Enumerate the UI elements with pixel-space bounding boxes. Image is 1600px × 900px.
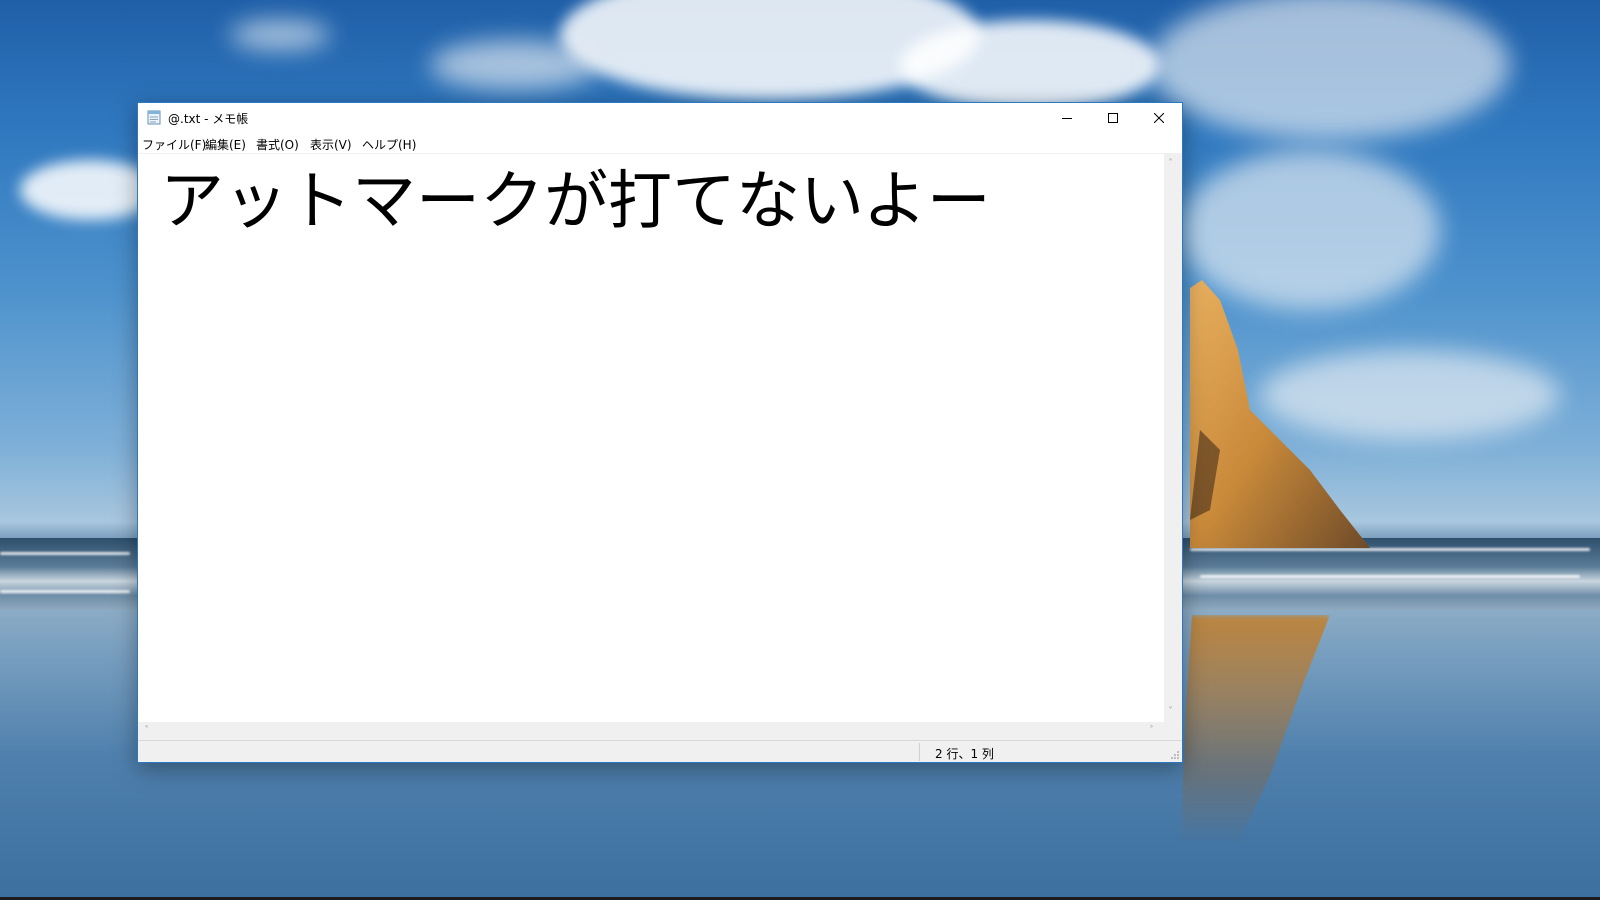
- status-separator: [919, 743, 920, 761]
- title-bar[interactable]: @.txt - メモ帳: [138, 103, 1182, 133]
- close-button[interactable]: [1136, 103, 1182, 133]
- cloud: [430, 40, 600, 90]
- scroll-left-icon[interactable]: ˂: [144, 726, 149, 736]
- menu-view[interactable]: 表示(V): [310, 136, 352, 153]
- rock-reflection: [1180, 615, 1330, 845]
- scroll-down-icon[interactable]: ˅: [1168, 707, 1173, 717]
- menu-bar: ファイル(F) 編集(E) 書式(O) 表示(V) ヘルプ(H): [138, 133, 1182, 153]
- maximize-button[interactable]: [1090, 103, 1136, 133]
- scroll-up-icon[interactable]: ˄: [1168, 159, 1173, 169]
- wave: [1200, 575, 1580, 578]
- cloud: [230, 20, 330, 50]
- minimize-button[interactable]: [1044, 103, 1090, 133]
- sea-stack-rock: [1190, 280, 1370, 548]
- window-title: @.txt - メモ帳: [168, 112, 249, 126]
- menu-help[interactable]: ヘルプ(H): [362, 136, 416, 153]
- wave: [0, 552, 130, 555]
- menu-edit[interactable]: 編集(E): [205, 136, 246, 153]
- maximize-icon: [1108, 113, 1118, 123]
- notepad-icon[interactable]: [147, 110, 161, 125]
- text-editor-area[interactable]: アットマークが打てないよー: [138, 153, 1164, 722]
- resize-grip-icon[interactable]: [1170, 750, 1180, 760]
- scrollbar-corner: [1164, 722, 1182, 740]
- editor-text[interactable]: アットマークが打てないよー: [160, 161, 991, 243]
- close-icon: [1154, 113, 1164, 123]
- status-bar: 2 行、1 列: [138, 740, 1182, 762]
- scroll-right-icon[interactable]: ˃: [1149, 726, 1154, 736]
- vertical-scrollbar[interactable]: ˄ ˅: [1164, 153, 1182, 722]
- wave: [0, 590, 130, 593]
- menu-format[interactable]: 書式(O): [256, 136, 299, 153]
- horizontal-scrollbar[interactable]: ˂ ˃: [138, 722, 1164, 740]
- menu-file[interactable]: ファイル(F): [142, 136, 206, 153]
- cloud: [1150, 0, 1510, 140]
- notepad-window: @.txt - メモ帳 ファイル(F) 編集(E) 書式(O) 表示(V) ヘル…: [137, 102, 1183, 763]
- minimize-icon: [1062, 118, 1072, 119]
- cursor-position: 2 行、1 列: [935, 747, 994, 761]
- cloud: [900, 20, 1160, 110]
